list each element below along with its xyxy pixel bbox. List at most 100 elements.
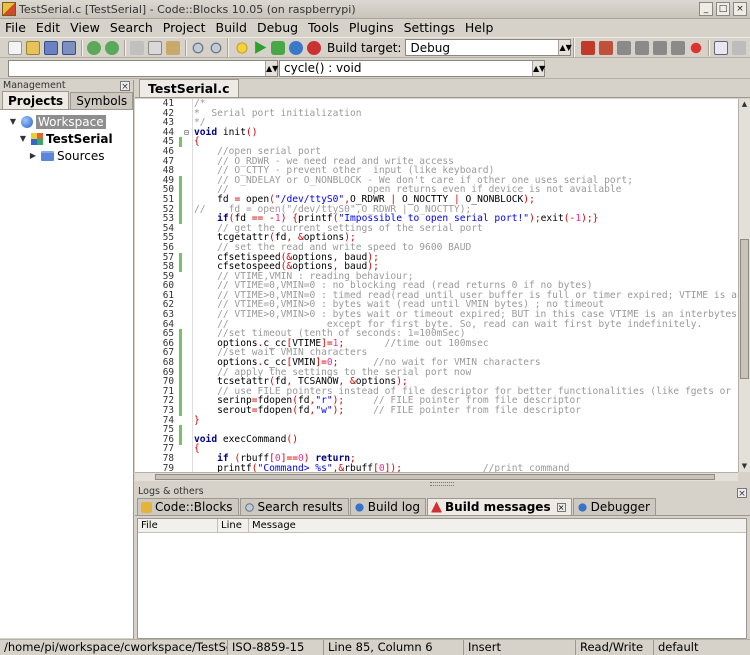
save-all-icon[interactable] [62, 40, 76, 55]
find-icon[interactable] [191, 40, 205, 55]
menu-search[interactable]: Search [105, 19, 158, 37]
column-line[interactable]: Line [218, 519, 249, 532]
workspace-icon [21, 115, 33, 128]
menu-help[interactable]: Help [460, 19, 499, 37]
tree-item-workspace[interactable]: ▼ Workspace [0, 113, 133, 130]
debug-windows-icon[interactable] [714, 40, 729, 55]
build-target-select[interactable]: Debug ▲▼ [405, 39, 572, 56]
change-marker [179, 252, 182, 272]
menu-project[interactable]: Project [158, 19, 211, 37]
run-icon[interactable] [255, 41, 267, 54]
new-file-icon[interactable] [8, 40, 22, 55]
menu-view[interactable]: View [65, 19, 105, 37]
scrollbar-thumb[interactable] [155, 474, 715, 480]
build-messages-table[interactable]: File Line Message [137, 518, 747, 639]
build-icon[interactable] [235, 40, 249, 55]
codeblocks-app-icon [2, 2, 16, 16]
menu-settings[interactable]: Settings [399, 19, 460, 37]
run-to-cursor-icon[interactable] [599, 40, 614, 55]
tab-testserial-c[interactable]: TestSerial.c [139, 79, 239, 97]
management-panel: Management × Projects Symbols ▼ Workspac… [0, 80, 134, 639]
build-toolbar: Build target: Debug ▲▼ [228, 38, 572, 57]
close-window-button[interactable]: × [733, 2, 747, 16]
menu-edit[interactable]: Edit [31, 19, 65, 37]
change-marker [179, 377, 182, 416]
abort-icon[interactable] [307, 40, 321, 55]
next-instruction-icon[interactable] [671, 40, 686, 55]
tab-codeblocks[interactable]: Code::Blocks [137, 498, 239, 515]
tab-projects[interactable]: Projects [2, 91, 70, 109]
menu-tools[interactable]: Tools [303, 19, 344, 37]
fold-minus-icon[interactable]: ⊟ [184, 128, 189, 137]
table-header: File Line Message [138, 519, 746, 533]
undo-icon[interactable] [87, 40, 101, 55]
code-line: printf("Command> %s",&rbuff[0]); //print… [194, 462, 570, 472]
tab-label: Debugger [590, 500, 650, 514]
tab-debugger[interactable]: Debugger [572, 498, 656, 515]
code-line: } [194, 414, 200, 426]
step-out-icon[interactable] [653, 40, 668, 55]
tab-label: Code::Blocks [155, 500, 233, 514]
debug-info-icon[interactable] [732, 40, 747, 55]
menu-bar: File Edit View Search Project Build Debu… [0, 19, 750, 37]
paste-icon[interactable] [166, 40, 180, 55]
next-line-icon[interactable] [617, 40, 632, 55]
change-marker [179, 425, 182, 445]
copy-icon[interactable] [148, 40, 162, 55]
scope-select[interactable]: ▲▼ [8, 59, 278, 77]
menu-build[interactable]: Build [211, 19, 252, 37]
tab-search-results[interactable]: Search results [239, 498, 349, 515]
editor-horizontal-scrollbar[interactable] [135, 472, 738, 481]
menu-debug[interactable]: Debug [252, 19, 303, 37]
tab-symbols[interactable]: Symbols [70, 92, 134, 109]
tree-item-project[interactable]: ▼ TestSerial [0, 130, 133, 147]
build-target-label: Build target: [327, 40, 402, 55]
fold-margin[interactable]: ⊟ ⊟ [183, 99, 193, 472]
scrollbar-thumb[interactable] [740, 239, 749, 379]
tab-build-messages[interactable]: Build messages × [427, 498, 572, 515]
replace-icon[interactable] [209, 40, 223, 55]
tree-item-sources[interactable]: ▶ Sources [0, 147, 133, 164]
redo-icon[interactable] [105, 40, 119, 55]
toolbar-separator [185, 39, 186, 56]
cut-icon[interactable] [130, 40, 144, 55]
scroll-down-icon[interactable]: ▼ [739, 461, 750, 472]
close-panel-icon[interactable]: × [120, 81, 130, 92]
collapse-arrow-icon[interactable]: ▼ [8, 117, 18, 126]
column-message[interactable]: Message [249, 519, 746, 532]
code-completion-toolbar: ▲▼ cycle() : void ▲▼ [0, 58, 750, 79]
code-editor[interactable]: 41 42 43 44 45 46 47 48 49 50 51 52 53 54 55 56 57 58 59 60… [135, 99, 738, 472]
minimize-button[interactable]: _ [699, 2, 713, 16]
save-icon[interactable] [44, 40, 58, 55]
status-language: default [658, 640, 699, 654]
menu-plugins[interactable]: Plugins [344, 19, 399, 37]
workspace-label: Workspace [36, 114, 106, 129]
rebuild-icon[interactable] [289, 40, 303, 55]
scroll-up-icon[interactable]: ▲ [739, 99, 750, 110]
toolbar-separator [124, 39, 125, 56]
maximize-button[interactable]: □ [716, 2, 730, 16]
status-encoding: ISO-8859-15 [228, 640, 324, 655]
build-and-run-icon[interactable] [271, 40, 285, 55]
function-select[interactable]: cycle() : void ▲▼ [279, 59, 545, 77]
close-panel-icon[interactable]: × [737, 488, 747, 499]
open-file-icon[interactable] [26, 40, 40, 55]
splitter-grip[interactable] [430, 482, 454, 486]
collapse-arrow-icon[interactable]: ▼ [18, 134, 28, 143]
expand-arrow-icon[interactable]: ▶ [28, 151, 38, 160]
stop-debugger-icon[interactable] [689, 40, 704, 55]
step-into-icon[interactable] [635, 40, 650, 55]
menu-file[interactable]: File [0, 19, 31, 37]
main-toolbar: Build target: Debug ▲▼ [0, 37, 750, 58]
debug-toolbar [574, 38, 748, 57]
build-target-value: Debug [410, 40, 450, 55]
tab-label: Build messages [445, 500, 551, 514]
folder-icon [41, 150, 54, 161]
close-tab-icon[interactable]: × [556, 502, 566, 512]
editor-vertical-scrollbar[interactable]: ▲ ▼ [738, 99, 750, 472]
column-file[interactable]: File [138, 519, 218, 532]
code-line: void init() [194, 126, 258, 138]
management-tabs: Projects Symbols [0, 91, 134, 110]
tab-build-log[interactable]: Build log [349, 498, 426, 515]
debug-continue-icon[interactable] [581, 40, 596, 55]
